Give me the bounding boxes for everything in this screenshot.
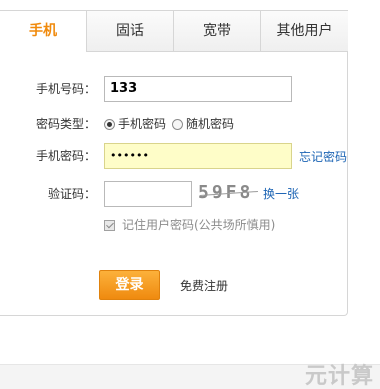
phone-number-input[interactable]: 133 bbox=[104, 76, 292, 102]
forgot-password-link[interactable]: 忘记密码 bbox=[299, 148, 347, 165]
radio-phone-password-label[interactable]: 手机密码 bbox=[118, 111, 166, 137]
tab-other-users[interactable]: 其他用户 bbox=[260, 11, 348, 52]
password-type-label: 密码类型： bbox=[35, 117, 96, 131]
password-input[interactable]: •••••• bbox=[104, 143, 292, 169]
tab-mobile[interactable]: 手机 bbox=[0, 11, 86, 52]
radio-random-password-label[interactable]: 随机密码 bbox=[186, 111, 234, 137]
login-page: 手机 固话 宽带 其他用户 手机号码： 133 密码类型： 手机密码 随机密码 … bbox=[0, 0, 380, 389]
refresh-captcha-link[interactable]: 换一张 bbox=[263, 185, 299, 202]
captcha-label: 验证码： bbox=[47, 187, 96, 201]
login-tabs: 手机 固话 宽带 其他用户 bbox=[0, 11, 348, 52]
captcha-input[interactable] bbox=[104, 181, 192, 207]
login-panel: 手机 固话 宽带 其他用户 手机号码： 133 密码类型： 手机密码 随机密码 … bbox=[0, 10, 348, 316]
remember-password-checkbox[interactable] bbox=[104, 220, 115, 231]
radio-random-password[interactable] bbox=[172, 118, 184, 130]
phone-number-label: 手机号码： bbox=[35, 82, 96, 96]
login-button[interactable]: 登录 bbox=[99, 270, 160, 300]
radio-phone-password[interactable] bbox=[104, 118, 115, 130]
watermark: 元计算 bbox=[304, 364, 374, 389]
captcha-image[interactable]: 59F8 bbox=[198, 181, 260, 205]
tab-landline[interactable]: 固话 bbox=[86, 11, 173, 52]
tab-broadband[interactable]: 宽带 bbox=[173, 11, 260, 52]
free-register-link[interactable]: 免费注册 bbox=[180, 277, 228, 294]
remember-password-label[interactable]: 记住用户密码(公共场所慎用) bbox=[122, 217, 275, 233]
password-type-group: 手机密码 随机密码 bbox=[104, 111, 240, 137]
password-label: 手机密码： bbox=[35, 149, 96, 163]
